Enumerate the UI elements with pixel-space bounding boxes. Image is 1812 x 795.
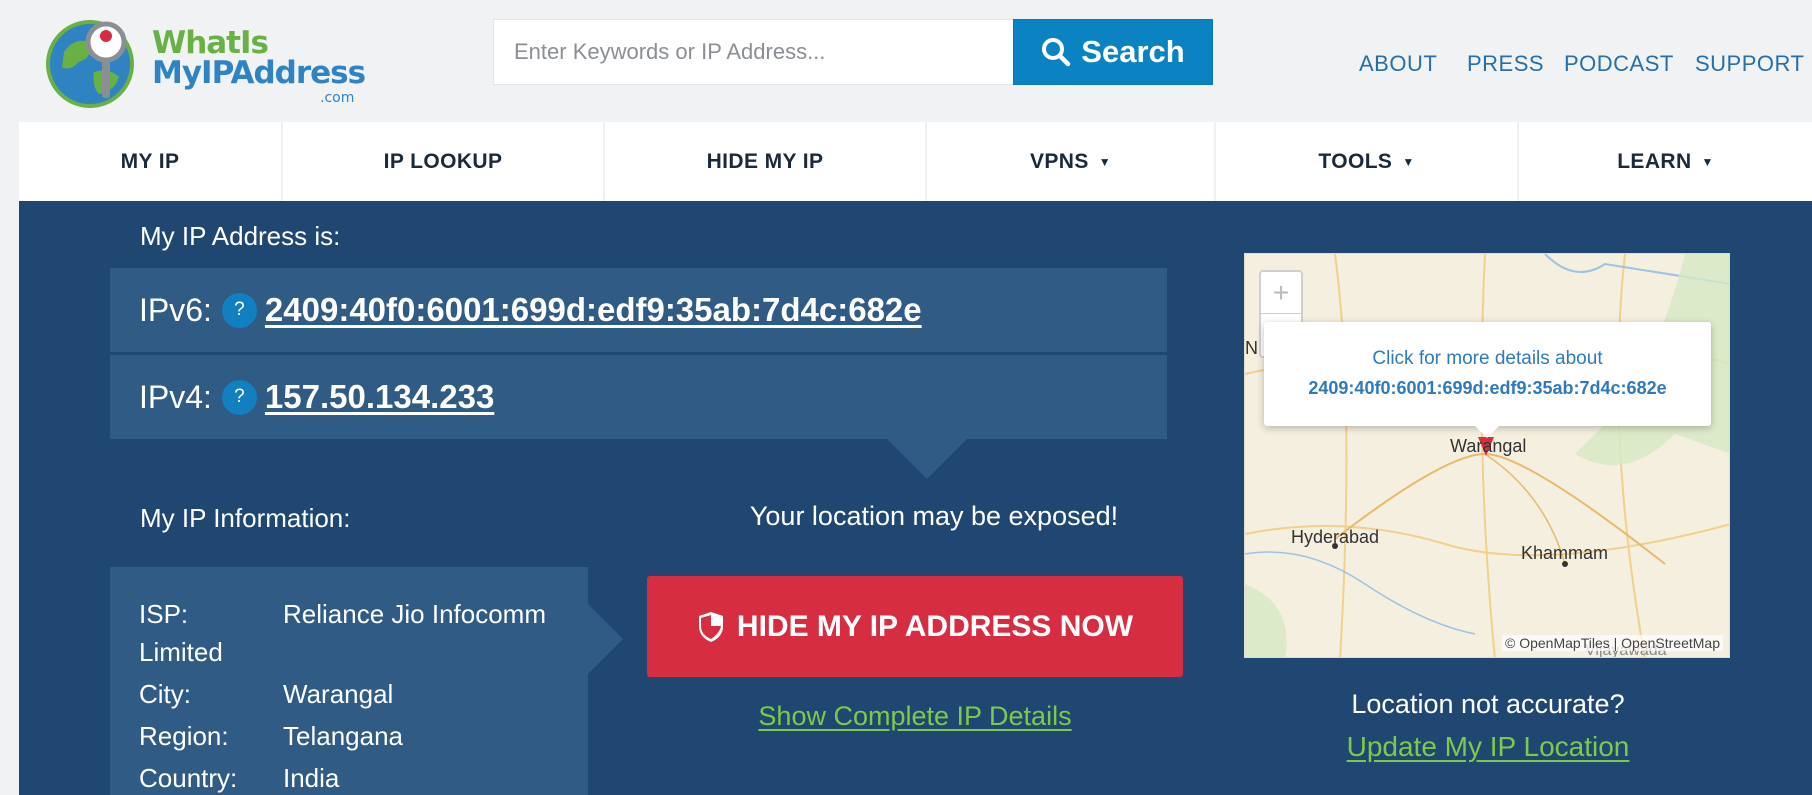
site-header: WhatIs MyIPAddress .com Search ABOUT PRE…: [0, 0, 1812, 122]
logo-text-com: .com: [320, 90, 355, 106]
zoom-in-button[interactable]: +: [1261, 272, 1301, 314]
nav-item-hide-my-ip[interactable]: HIDE MY IP: [605, 122, 927, 201]
caret-down-icon: ▼: [1098, 154, 1112, 169]
caret-down-icon: ▼: [1701, 154, 1714, 169]
ipv4-row: IPv4: ? 157.50.134.233: [110, 355, 1167, 439]
globe-magnifier-icon: [46, 20, 134, 108]
update-location-link[interactable]: Update My IP Location: [1253, 731, 1723, 763]
ip-info-heading: My IP Information:: [140, 503, 351, 533]
map-city-label: Khammam: [1521, 543, 1609, 563]
podcast-link[interactable]: PODCAST: [1564, 51, 1674, 77]
ipv6-value-link[interactable]: 2409:40f0:6001:699d:edf9:35ab:7d4c:682e: [265, 291, 922, 329]
country-key: Country:: [139, 763, 238, 793]
caret-down-icon: ▼: [1402, 154, 1415, 169]
nav-item-vpns[interactable]: VPNS ▼: [927, 122, 1216, 201]
ipv6-row: IPv6: ? 2409:40f0:6001:699d:edf9:35ab:7d…: [110, 268, 1167, 352]
nav-item-my-ip[interactable]: MY IP: [19, 122, 283, 201]
country-value: India: [283, 763, 340, 793]
ip-heading: My IP Address is:: [140, 221, 341, 251]
ipv6-label: IPv6:: [139, 291, 212, 328]
logo-text-whatis: WhatIs: [152, 25, 269, 61]
ipv4-label: IPv4:: [139, 378, 212, 415]
help-icon[interactable]: ?: [221, 292, 257, 328]
nav-item-tools[interactable]: TOOLS ▼: [1216, 122, 1519, 201]
hide-my-ip-button[interactable]: HIDE MY IP ADDRESS NOW: [647, 576, 1183, 677]
region-key: Region:: [139, 721, 229, 751]
ip-info-panel: My IP Address is: IPv6: ? 2409:40f0:6001…: [19, 201, 1812, 795]
show-complete-details-link[interactable]: Show Complete IP Details: [647, 701, 1183, 732]
city-key: City:: [139, 679, 191, 709]
map-popup[interactable]: Click for more details about 2409:40f0:6…: [1264, 322, 1711, 426]
region-value: Telangana: [283, 721, 403, 751]
site-logo[interactable]: WhatIs MyIPAddress .com: [40, 10, 366, 115]
search-input[interactable]: [514, 39, 993, 65]
isp-value-cont: Limited: [139, 637, 223, 667]
ip-info-box: ISP: Reliance Jio Infocomm Limited City:…: [110, 567, 588, 795]
location-map[interactable]: Warangal Hyderabad Khammam Niz Vijayawad…: [1244, 253, 1730, 658]
city-value: Warangal: [283, 679, 394, 709]
isp-key: ISP:: [139, 599, 189, 629]
isp-value: Reliance Jio Infocomm: [283, 599, 546, 629]
main-nav: MY IP IP LOOKUP HIDE MY IP VPNS ▼ TOOLS …: [19, 122, 1812, 201]
map-city-label: Warangal: [1450, 436, 1527, 456]
nav-item-ip-lookup[interactable]: IP LOOKUP: [283, 122, 605, 201]
map-popup-text: Click for more details about: [1372, 348, 1603, 369]
press-link[interactable]: PRESS: [1467, 51, 1544, 77]
logo-text-myipaddress: MyIPAddress: [152, 55, 366, 91]
search-box: [493, 19, 1014, 85]
shield-icon: [698, 611, 723, 642]
info-pointer-arrow: [588, 604, 623, 674]
location-question: Location not accurate?: [1351, 689, 1625, 719]
search-button[interactable]: Search: [1013, 19, 1213, 85]
pointer-arrow: [887, 439, 967, 479]
map-popup-ip: 2409:40f0:6001:699d:edf9:35ab:7d4c:682e: [1308, 378, 1667, 398]
nav-item-learn[interactable]: LEARN ▼: [1519, 122, 1812, 201]
map-city-label: Hyderabad: [1291, 527, 1380, 547]
help-icon[interactable]: ?: [221, 379, 257, 415]
hide-my-ip-label: HIDE MY IP ADDRESS NOW: [736, 609, 1134, 643]
search-icon: [1042, 38, 1071, 67]
support-link[interactable]: SUPPORT: [1695, 51, 1804, 77]
map-attribution[interactable]: © OpenMapTiles | OpenStreetMap: [1502, 635, 1723, 651]
exposure-warning: Your location may be exposed!: [749, 501, 1119, 531]
map-popup-tip: [1475, 426, 1499, 438]
ipv4-value-link[interactable]: 157.50.134.233: [265, 378, 494, 416]
search-button-label: Search: [1081, 34, 1185, 69]
about-link[interactable]: ABOUT: [1359, 51, 1437, 77]
